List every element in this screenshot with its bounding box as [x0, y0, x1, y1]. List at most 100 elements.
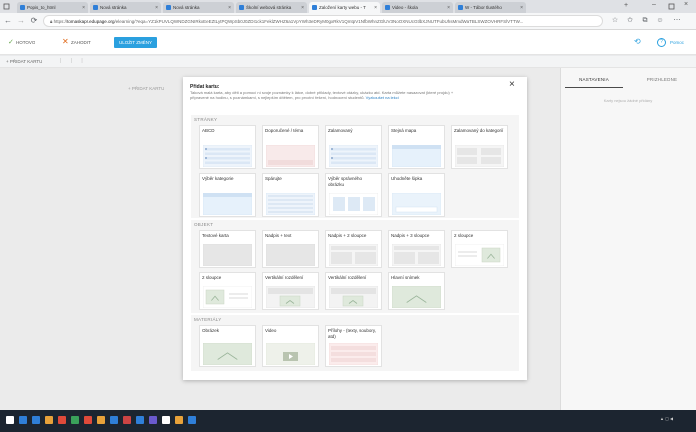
tab-preview[interactable]: PRIZHLEDNE	[631, 72, 693, 88]
card-option[interactable]: Vertikální rozdělení	[325, 272, 382, 310]
tab-favicon-icon	[312, 5, 317, 10]
card-option-label: Nadpis + 2 sloupce	[328, 233, 367, 238]
taskbar-app-icon[interactable]	[188, 416, 196, 424]
tab-close-icon[interactable]: ×	[155, 5, 158, 11]
tab-close-icon[interactable]: ×	[301, 5, 304, 11]
card-option[interactable]: Nadpis + text	[262, 230, 319, 268]
done-button[interactable]: HOTOVO	[16, 40, 35, 45]
tab-label: Nová stránka	[173, 5, 200, 10]
taskbar-app-icon[interactable]	[71, 416, 79, 424]
minimize-icon[interactable]: –	[652, 1, 656, 8]
discard-button[interactable]: ZAHODIT	[71, 40, 91, 45]
taskbar-app-icon[interactable]	[162, 416, 170, 424]
taskbar-app-icon[interactable]	[97, 416, 105, 424]
tab-favicon-icon	[93, 5, 98, 10]
tab-label: Založení karty webu - T	[319, 5, 366, 10]
canvas-add-card-link[interactable]: + PŘIDAT KARTU	[128, 86, 164, 91]
browser-tab[interactable]: Nová stránka ×	[90, 2, 161, 13]
add-card-toolbar-button[interactable]: + PŘIDAT KARTU	[6, 59, 42, 64]
tab-label: W - Tábor tlustého	[465, 5, 502, 10]
help-link[interactable]: Pomoc	[670, 40, 684, 45]
taskbar-app-icon[interactable]	[123, 416, 131, 424]
card-option[interactable]: Doporučené / téma	[262, 125, 319, 169]
card-option[interactable]: Stejná mapa	[388, 125, 445, 169]
close-window-icon[interactable]: ×	[684, 1, 688, 8]
browser-tab[interactable]: W - Tábor tlustého ×	[455, 2, 526, 13]
url-host: tomaskapr.edupage.org	[67, 19, 115, 24]
window-menu-icon[interactable]	[3, 3, 10, 10]
card-option[interactable]: Výběr správného obrázku	[325, 173, 382, 217]
card-option[interactable]: Spárujte	[262, 173, 319, 217]
card-option-label: Video	[265, 328, 277, 333]
card-option[interactable]: Zalamovaný do kategorií	[451, 125, 508, 169]
card-option[interactable]: Video	[262, 325, 319, 367]
start-icon[interactable]	[6, 416, 14, 424]
card-thumbnail	[266, 286, 315, 308]
taskbar-app-icon[interactable]	[175, 416, 183, 424]
undo-icon[interactable]: ⟲	[634, 37, 641, 46]
card-thumbnail	[203, 145, 252, 167]
favorites-icon[interactable]: ✩	[625, 16, 635, 26]
card-thumbnail	[329, 244, 378, 266]
card-option[interactable]: Přílohy - (texty, soubory, atd)	[325, 325, 382, 367]
card-option[interactable]: Nadpis + 3 sloupce	[388, 230, 445, 268]
maximize-icon[interactable]	[668, 3, 675, 10]
taskbar-app-icon[interactable]	[19, 416, 27, 424]
tab-settings[interactable]: NASTAVENIA	[565, 72, 623, 88]
card-option[interactable]: Obrázek	[199, 325, 256, 367]
taskbar-app-icon[interactable]	[45, 416, 53, 424]
card-option-label: Zalamovaný do kategorií	[454, 128, 504, 133]
help-icon[interactable]: ?	[657, 38, 666, 47]
card-option[interactable]: Textové karta	[199, 230, 256, 268]
card-option-label: Spárujte	[265, 176, 282, 181]
browser-tab[interactable]: Založení karty webu - T ×	[309, 2, 380, 13]
card-option[interactable]: Nadpis + 2 sloupce	[325, 230, 382, 268]
tab-close-icon[interactable]: ×	[447, 5, 450, 11]
collections-icon[interactable]: ⧉	[640, 16, 650, 26]
card-thumbnail	[392, 193, 441, 215]
bookmark-star-icon[interactable]: ☆	[610, 16, 620, 26]
taskbar-app-icon[interactable]	[136, 416, 144, 424]
save-changes-button[interactable]: ULOŽIT ZMĚNY	[114, 37, 157, 48]
close-dialog-icon[interactable]: ×	[509, 79, 515, 90]
card-option[interactable]: Zalamovaný	[325, 125, 382, 169]
card-option-label: Hlavní snímek	[391, 275, 420, 280]
taskbar-app-icon[interactable]	[110, 416, 118, 424]
url-field[interactable]: 🔒︎ https://tomaskapr.edupage.org/elearni…	[43, 15, 603, 27]
card-option[interactable]: Výběr kategorie	[199, 173, 256, 217]
tab-close-icon[interactable]: ×	[228, 5, 231, 11]
card-thumbnail	[266, 244, 315, 266]
dialog-link[interactable]: Vyzkoušet na lekci	[366, 95, 399, 100]
tab-close-icon[interactable]: ×	[374, 5, 377, 11]
add-card-label: PŘIDAT KARTU	[9, 59, 43, 64]
taskbar-app-icon[interactable]	[58, 416, 66, 424]
card-option[interactable]: Vertikální rozdělení	[262, 272, 319, 310]
card-option[interactable]: 2 sloupce	[199, 272, 256, 310]
browser-tab[interactable]: Nová stránka ×	[163, 2, 234, 13]
back-icon[interactable]: ←	[2, 15, 14, 27]
card-option[interactable]: ABCD	[199, 125, 256, 169]
profile-icon[interactable]: ☺	[655, 16, 665, 26]
forward-icon[interactable]: →	[15, 15, 27, 27]
card-option[interactable]: 2 sloupce	[451, 230, 508, 268]
new-tab-icon[interactable]: +	[624, 2, 628, 9]
taskbar-app-icon[interactable]	[32, 416, 40, 424]
card-option[interactable]: Hlavní snímek	[388, 272, 445, 310]
section-title: STRÁNKY	[194, 117, 218, 122]
discard-icon: ✕	[62, 37, 69, 46]
browser-tab[interactable]: Popis_to_html ×	[17, 2, 88, 13]
taskbar-app-icon[interactable]	[84, 416, 92, 424]
more-icon[interactable]: ⋯	[672, 16, 682, 26]
card-option-label: Nadpis + text	[265, 233, 292, 238]
browser-tab-bar: Popis_to_html × Nová stránka × Nová stránka ×…	[0, 0, 696, 13]
tab-close-icon[interactable]: ×	[520, 5, 523, 11]
tab-close-icon[interactable]: ×	[82, 5, 85, 11]
browser-tab[interactable]: Video - škola ×	[382, 2, 453, 13]
taskbar-app-icon[interactable]	[149, 416, 157, 424]
tab-favicon-icon	[385, 5, 390, 10]
reload-icon[interactable]: ⟳	[28, 15, 40, 27]
browser-tab[interactable]: Školní webová stránka ×	[236, 2, 307, 13]
card-thumbnail	[329, 343, 378, 365]
right-panel-tabs: NASTAVENIA PRIZHLEDNE	[561, 72, 696, 88]
card-option[interactable]: Uhodněte šipka	[388, 173, 445, 217]
